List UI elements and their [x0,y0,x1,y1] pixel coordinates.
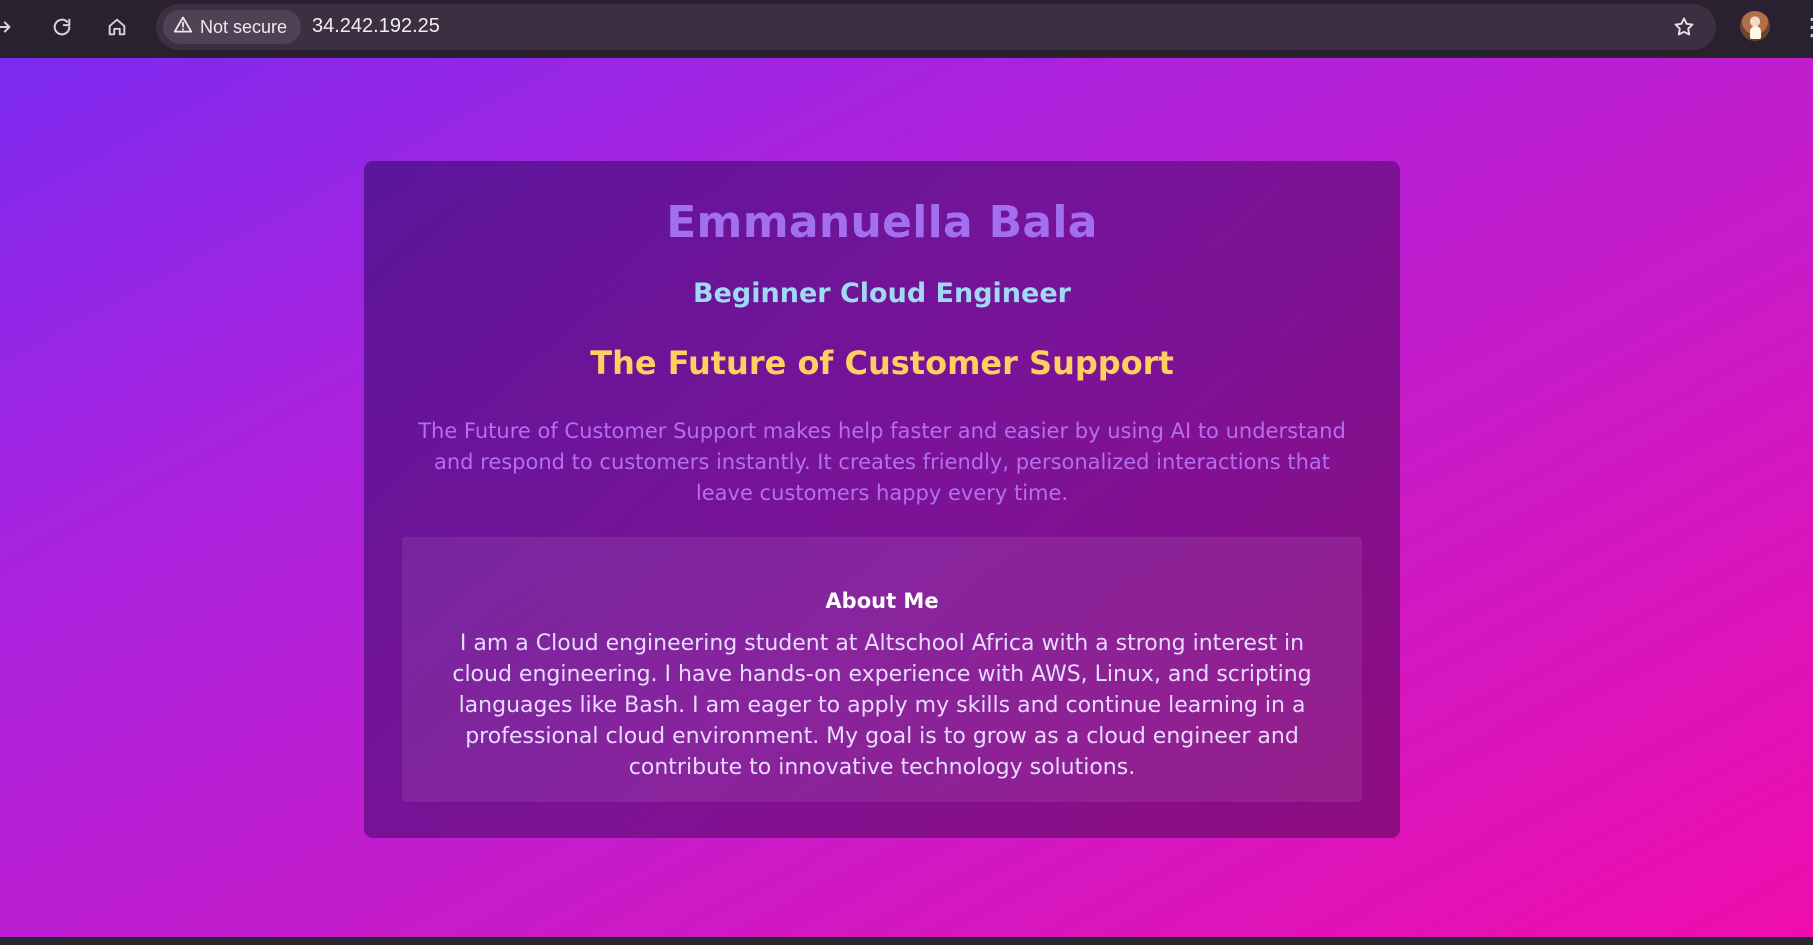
project-description: The Future of Customer Support makes hel… [418,419,1346,505]
browser-toolbar: Not secure 34.242.192.25 ⋮ [0,0,1813,58]
profile-card: Emmanuella Bala Beginner Cloud Engineer … [364,161,1400,838]
about-heading: About Me [825,589,939,613]
about-text: I am a Cloud engineering student at Alts… [452,631,1312,780]
security-label: Not secure [200,16,288,37]
more-menu-icon[interactable]: ⋮ [1800,12,1813,42]
address-bar[interactable]: Not secure 34.242.192.25 [156,4,1716,50]
profile-avatar[interactable] [1740,11,1770,41]
home-icon[interactable] [102,12,132,42]
forward-arrow-icon[interactable] [0,12,18,42]
url-text[interactable]: 34.242.192.25 [312,15,440,38]
window-bottom-edge [0,937,1813,945]
warning-icon [173,15,193,40]
project-title: The Future of Customer Support [590,344,1174,382]
security-indicator[interactable]: Not secure [163,10,302,44]
person-name: Emmanuella Bala [666,197,1098,248]
role-title: Beginner Cloud Engineer [693,278,1071,309]
star-icon[interactable] [1670,13,1698,41]
about-section: About Me I am a Cloud engineering studen… [402,537,1362,802]
web-page: Emmanuella Bala Beginner Cloud Engineer … [0,58,1813,937]
reload-icon[interactable] [47,12,77,42]
